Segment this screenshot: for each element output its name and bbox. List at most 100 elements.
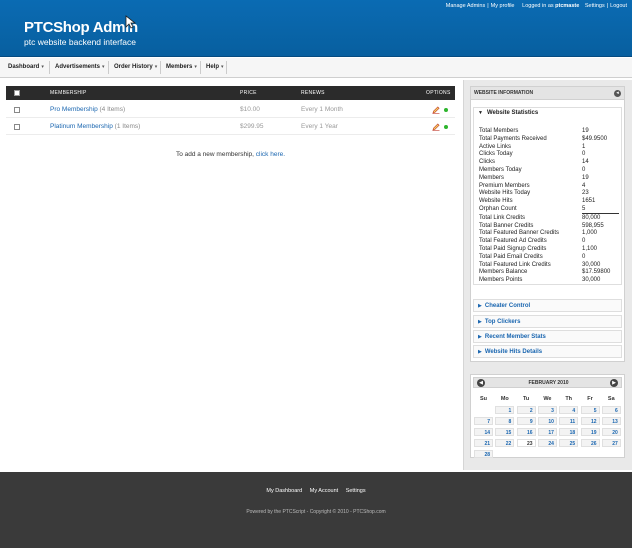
chevron-down-icon: ▾ xyxy=(102,64,105,70)
section-label: Cheater Control xyxy=(484,303,531,309)
calendar-day[interactable]: 27 xyxy=(601,439,621,447)
item-count: (1 Items) xyxy=(114,123,141,130)
edit-icon[interactable] xyxy=(432,106,440,114)
row-checkbox[interactable] xyxy=(14,124,20,130)
calendar-day-today[interactable]: 23 xyxy=(516,439,536,447)
main-nav: Dashboard ▾ Advertisements ▾ Order History… xyxy=(0,58,632,78)
stat-label: Total Link Credits xyxy=(479,214,526,221)
col-renews: RENEWS xyxy=(301,90,325,96)
admin-page: Manage Admins | My profile Logged in as pt… xyxy=(0,0,632,548)
calendar-month: FEBRUARY 2010 xyxy=(528,380,569,386)
calendar-day[interactable]: 16 xyxy=(516,428,536,436)
calendar-day[interactable]: 3 xyxy=(537,406,557,414)
section-website-hits-details[interactable]: ▶ Website Hits Details xyxy=(473,345,622,358)
calendar-day[interactable]: 4 xyxy=(559,406,579,414)
footer-my-dashboard-link[interactable]: My Dashboard xyxy=(266,488,302,494)
calendar-day[interactable]: 24 xyxy=(537,439,557,447)
chevron-down-icon: ▾ xyxy=(41,64,44,70)
triangle-right-icon: ▶ xyxy=(478,349,482,355)
section-label: Top Clickers xyxy=(484,319,521,325)
weekday-label: Sa xyxy=(607,396,615,402)
collapse-icon[interactable]: ◂ xyxy=(614,90,621,97)
stat-label: Total Featured Banner Credits xyxy=(479,230,560,237)
calendar-day[interactable]: 11 xyxy=(559,417,579,425)
calendar-day[interactable]: 8 xyxy=(495,417,515,425)
stats-section-title[interactable]: ▼ Website Statistics xyxy=(478,110,538,116)
calendar-day[interactable]: 12 xyxy=(580,417,600,425)
calendar-day[interactable]: 1 xyxy=(495,406,515,414)
stat-value: 30,000 xyxy=(582,277,601,284)
section-cheater-control[interactable]: ▶ Cheater Control xyxy=(473,299,622,312)
calendar-day[interactable]: 21 xyxy=(474,439,493,447)
stat-row: Members 19 xyxy=(479,174,619,182)
calendar-day[interactable]: 19 xyxy=(580,428,600,436)
next-month-icon[interactable]: ▶ xyxy=(610,379,618,387)
row-checkbox[interactable] xyxy=(14,107,20,113)
logout-link[interactable]: Logout xyxy=(610,3,627,9)
nav-advertisements-label: Advertisements xyxy=(55,64,101,70)
stat-value: 30,000 xyxy=(582,261,601,268)
calendar-day[interactable]: 18 xyxy=(559,428,579,436)
stat-row: Total Paid Email Credits 0 xyxy=(479,253,619,261)
chevron-down-icon: ▾ xyxy=(221,64,224,70)
calendar-day[interactable]: 28 xyxy=(474,450,493,458)
select-all-checkbox[interactable] xyxy=(14,90,20,96)
renews-cell: Every 1 Year xyxy=(301,123,338,130)
calendar-day[interactable]: 9 xyxy=(516,417,536,425)
calendar-day[interactable]: 14 xyxy=(474,428,493,436)
active-status-icon xyxy=(444,125,448,129)
footer-links: My Dashboard My Account Settings xyxy=(0,488,632,494)
my-profile-link[interactable]: My profile xyxy=(491,3,515,9)
cursor-icon xyxy=(125,15,137,29)
calendar-day[interactable]: 2 xyxy=(516,406,536,414)
nav-help-label: Help xyxy=(206,64,220,70)
stat-row: Total Link Credits 80,000 xyxy=(479,214,619,222)
stat-value: $17.59800 xyxy=(582,269,611,276)
stats-divider xyxy=(582,212,619,214)
manage-admins-link[interactable]: Manage Admins xyxy=(446,3,485,9)
stat-value: 80,000 xyxy=(582,214,601,221)
stat-value: 1651 xyxy=(582,198,596,205)
nav-advertisements[interactable]: Advertisements ▾ xyxy=(47,58,105,77)
calendar-day[interactable]: 13 xyxy=(601,417,621,425)
stat-label: Total Featured Link Credits xyxy=(479,261,551,268)
calendar-day[interactable]: 6 xyxy=(601,406,621,414)
nav-order-history[interactable]: Order History ▾ xyxy=(106,58,157,77)
section-recent-member-stats[interactable]: ▶ Recent Member Stats xyxy=(473,330,622,343)
nav-dashboard[interactable]: Dashboard ▾ xyxy=(0,58,44,77)
price-cell: $10.00 xyxy=(240,106,260,113)
chevron-down-icon: ▾ xyxy=(154,64,158,70)
calendar-day[interactable]: 25 xyxy=(559,439,579,447)
stat-row: Website Hits 1651 xyxy=(479,197,619,205)
col-membership: MEMBERSHIP xyxy=(50,90,87,96)
calendar-day[interactable]: 10 xyxy=(537,417,557,425)
header-bar: Manage Admins | My profile Logged in as pt… xyxy=(0,0,632,57)
add-membership-link[interactable]: click here. xyxy=(256,151,285,158)
stat-value: 0 xyxy=(582,151,586,158)
calendar-day[interactable]: 17 xyxy=(537,428,557,436)
table-header: MEMBERSHIP PRICE RENEWS OPTIONS xyxy=(6,86,455,100)
footer-my-account-link[interactable]: My Account xyxy=(310,488,338,494)
nav-help[interactable]: Help ▾ xyxy=(198,58,224,77)
section-top-clickers[interactable]: ▶ Top Clickers xyxy=(473,315,622,328)
stat-value: $49.9500 xyxy=(582,135,608,142)
calendar-day[interactable]: 20 xyxy=(601,428,621,436)
triangle-right-icon: ▶ xyxy=(478,319,482,325)
footer-settings-link[interactable]: Settings xyxy=(346,488,366,494)
settings-link[interactable]: Settings xyxy=(585,3,605,9)
calendar-day[interactable]: 26 xyxy=(580,439,600,447)
stat-row: Premium Members 4 xyxy=(479,182,619,190)
membership-link[interactable]: Pro Membership (4 Items) xyxy=(50,102,125,118)
membership-link[interactable]: Platinum Membership (1 Items) xyxy=(50,119,140,135)
stat-row: Website Hits Today 23 xyxy=(479,189,619,197)
calendar-day[interactable]: 22 xyxy=(495,439,515,447)
edit-icon[interactable] xyxy=(432,123,440,131)
nav-members[interactable]: Members ▾ xyxy=(158,58,197,77)
active-status-icon xyxy=(444,108,448,112)
section-label: Recent Member Stats xyxy=(484,334,546,340)
calendar-day[interactable]: 15 xyxy=(495,428,515,436)
calendar-day[interactable]: 5 xyxy=(580,406,600,414)
calendar-day[interactable]: 7 xyxy=(474,417,493,425)
calendar-header: ◀ FEBRUARY 2010 ▶ xyxy=(473,377,622,388)
stat-value: 14 xyxy=(582,159,589,166)
